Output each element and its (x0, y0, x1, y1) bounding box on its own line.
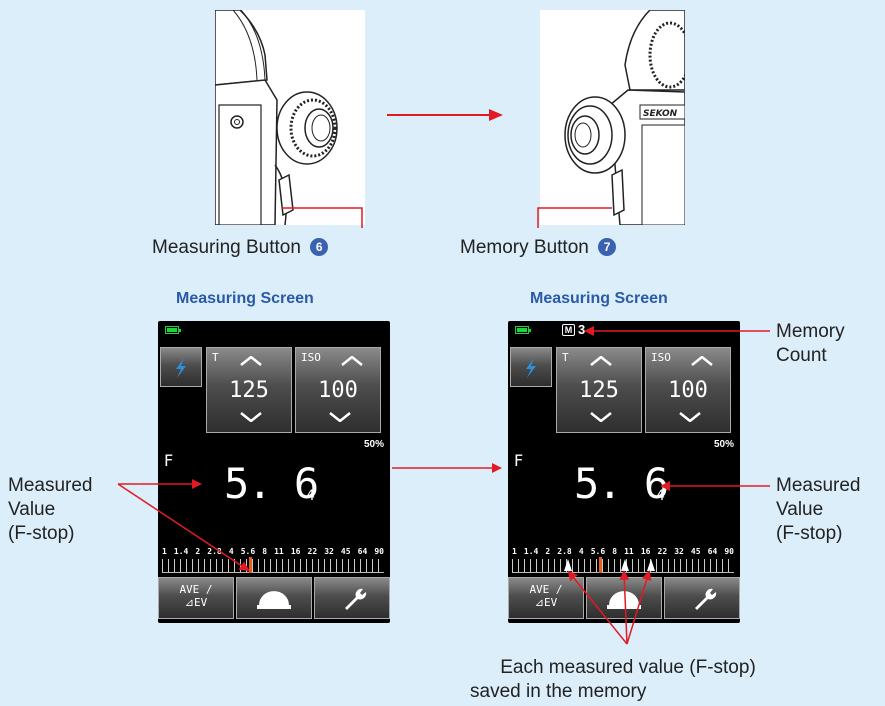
annotation-arrows (117, 326, 770, 645)
